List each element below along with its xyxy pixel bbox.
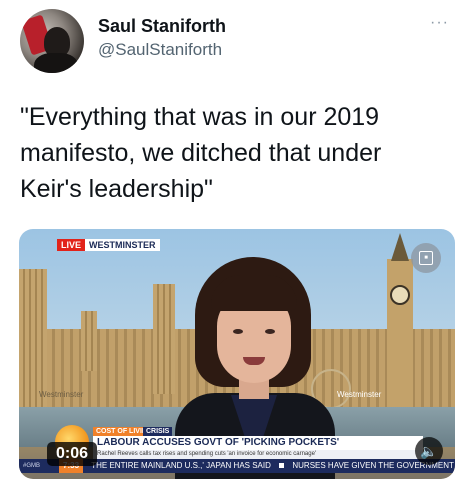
big-ben <box>387 233 413 419</box>
ticker-brand: #GMB <box>23 463 41 469</box>
presenter-eye <box>233 329 243 334</box>
avatar[interactable] <box>20 9 84 73</box>
tweet-text: "Everything that was in our 2019 manifes… <box>20 103 382 203</box>
live-tag: LIVE <box>57 239 86 251</box>
clock-face <box>390 285 410 305</box>
tower <box>81 311 97 371</box>
ticker-item: THE ENTIRE MAINLAND U.S.,' JAPAN HAS SAI… <box>91 461 271 470</box>
presenter-eye <box>265 329 275 334</box>
ticker-separator <box>279 463 285 469</box>
tower <box>19 269 47 409</box>
strap-subline: Rachel Reeves calls tax rises and spendi… <box>93 450 423 459</box>
author-name[interactable]: Saul Staniforth <box>98 16 226 37</box>
presenter-fringe <box>211 275 297 311</box>
avatar-body <box>34 53 78 73</box>
speaker-icon[interactable]: 🔈 <box>415 437 443 465</box>
location-tag: WESTMINSTER <box>85 239 160 251</box>
big-ben-spire <box>391 233 409 261</box>
author-handle[interactable]: @SaulStaniforth <box>98 40 222 60</box>
watermark-right: Westminster <box>337 390 382 399</box>
more-horizontal-icon[interactable]: ··· <box>430 14 449 32</box>
gif-icon[interactable]: ■ <box>411 243 441 273</box>
video-player[interactable]: LIVE WESTMINSTER ■ Westminster Westminst… <box>19 229 455 479</box>
strap-headline: LABOUR ACCUSES GOVT OF 'PICKING POCKETS' <box>93 436 423 450</box>
watermark-left: Westminster <box>39 390 84 399</box>
video-duration: 0:06 <box>47 442 98 466</box>
strap-category-secondary: CRISIS <box>143 427 173 436</box>
tower <box>153 284 175 394</box>
